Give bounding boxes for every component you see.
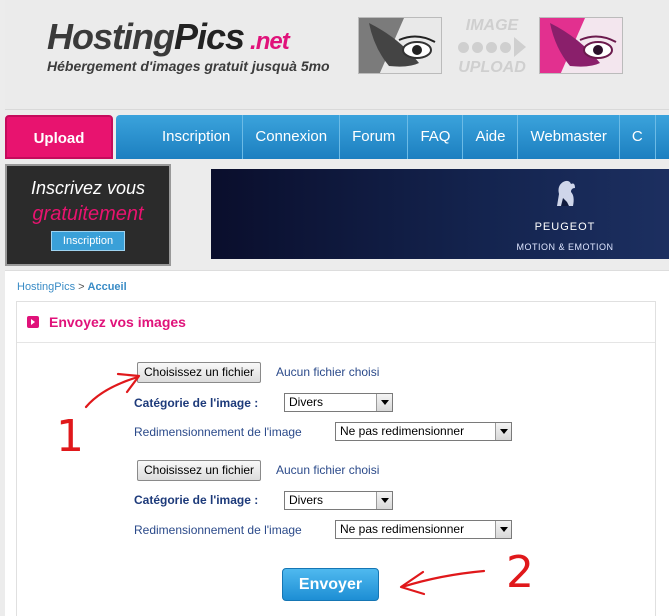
badge-top-text: IMAGE [465,17,519,34]
resize-select-value-1: Ne pas redimensionner [340,424,465,438]
resize-select-2[interactable]: Ne pas redimensionner [335,520,512,539]
resize-label-1: Redimensionnement de l'image [134,425,302,439]
chevron-down-icon [495,521,511,538]
resize-select-value-2: Ne pas redimensionner [340,522,465,536]
choose-file-button-1[interactable]: Choisissez un fichier [137,362,262,383]
hero-image-after [539,17,623,74]
ad-brand-name: PEUGEOT [534,221,596,233]
nav-item-faq[interactable]: FAQ [408,115,464,159]
category-select-1[interactable]: Divers [284,393,393,412]
nav-item-forum[interactable]: Forum [340,115,409,159]
panel-divider [17,342,655,343]
category-select-value-2: Divers [289,493,324,507]
ad-brand-block[interactable]: PEUGEOT MOTION & EMOTION [510,176,620,252]
logo-hosting: Hosting [47,16,175,57]
file-status-2: Aucun fichier choisi [276,463,380,477]
promo-line1: Inscrivez vous [30,178,146,198]
hero-image-before [358,17,442,74]
breadcrumb-separator: > [78,281,85,293]
panel-title-text: Envoyez vos images [49,314,186,330]
site-logo[interactable]: HostingPics .net [47,16,290,58]
lion-logo-icon [557,180,575,206]
upload-tab[interactable]: Upload [5,115,113,159]
badge-bottom-text: UPLOAD [458,59,526,76]
chevron-down-icon [376,394,392,411]
logo-net: .net [250,28,290,55]
chevron-down-icon [495,423,511,440]
submit-button[interactable]: Envoyer [282,568,379,601]
panel-title: Envoyez vos images [27,314,186,330]
chevron-down-icon [376,492,392,509]
file-status-1: Aucun fichier choisi [276,365,380,379]
category-label-2: Catégorie de l'image : [134,493,259,507]
nav-item-truncated[interactable]: C [620,115,656,159]
breadcrumb: HostingPics > Accueil [17,281,127,293]
category-select-2[interactable]: Divers [284,491,393,510]
play-bullet-icon [27,316,39,328]
resize-label-2: Redimensionnement de l'image [134,523,302,537]
nav-item-connexion[interactable]: Connexion [243,115,341,159]
nav-item-webmaster[interactable]: Webmaster [518,115,620,159]
category-label-1: Catégorie de l'image : [134,396,259,410]
site-tagline: Hébergement d'images gratuit jusquà 5mo [47,58,330,74]
promo-line2: gratuitement [32,203,144,225]
logo-pics: Pics [173,16,245,57]
progress-dots-icon [452,36,532,58]
breadcrumb-root[interactable]: HostingPics [17,281,75,293]
category-select-value-1: Divers [289,395,324,409]
signup-promo[interactable]: Inscrivez vous gratuitement Inscription [5,164,171,266]
ad-slogan: MOTION & EMOTION [516,242,614,252]
resize-select-1[interactable]: Ne pas redimensionner [335,422,512,441]
main-content: HostingPics > Accueil Envoyez vos images [5,270,669,616]
promo-signup-button[interactable]: Inscription [50,231,126,251]
choose-file-button-2[interactable]: Choisissez un fichier [137,460,262,481]
main-nav: Inscription Connexion Forum FAQ Aide Web… [116,115,669,159]
breadcrumb-current[interactable]: Accueil [88,281,127,293]
nav-item-inscription[interactable]: Inscription [116,115,244,159]
nav-item-aide[interactable]: Aide [463,115,519,159]
image-upload-badge: IMAGE UPLOAD [452,16,532,78]
